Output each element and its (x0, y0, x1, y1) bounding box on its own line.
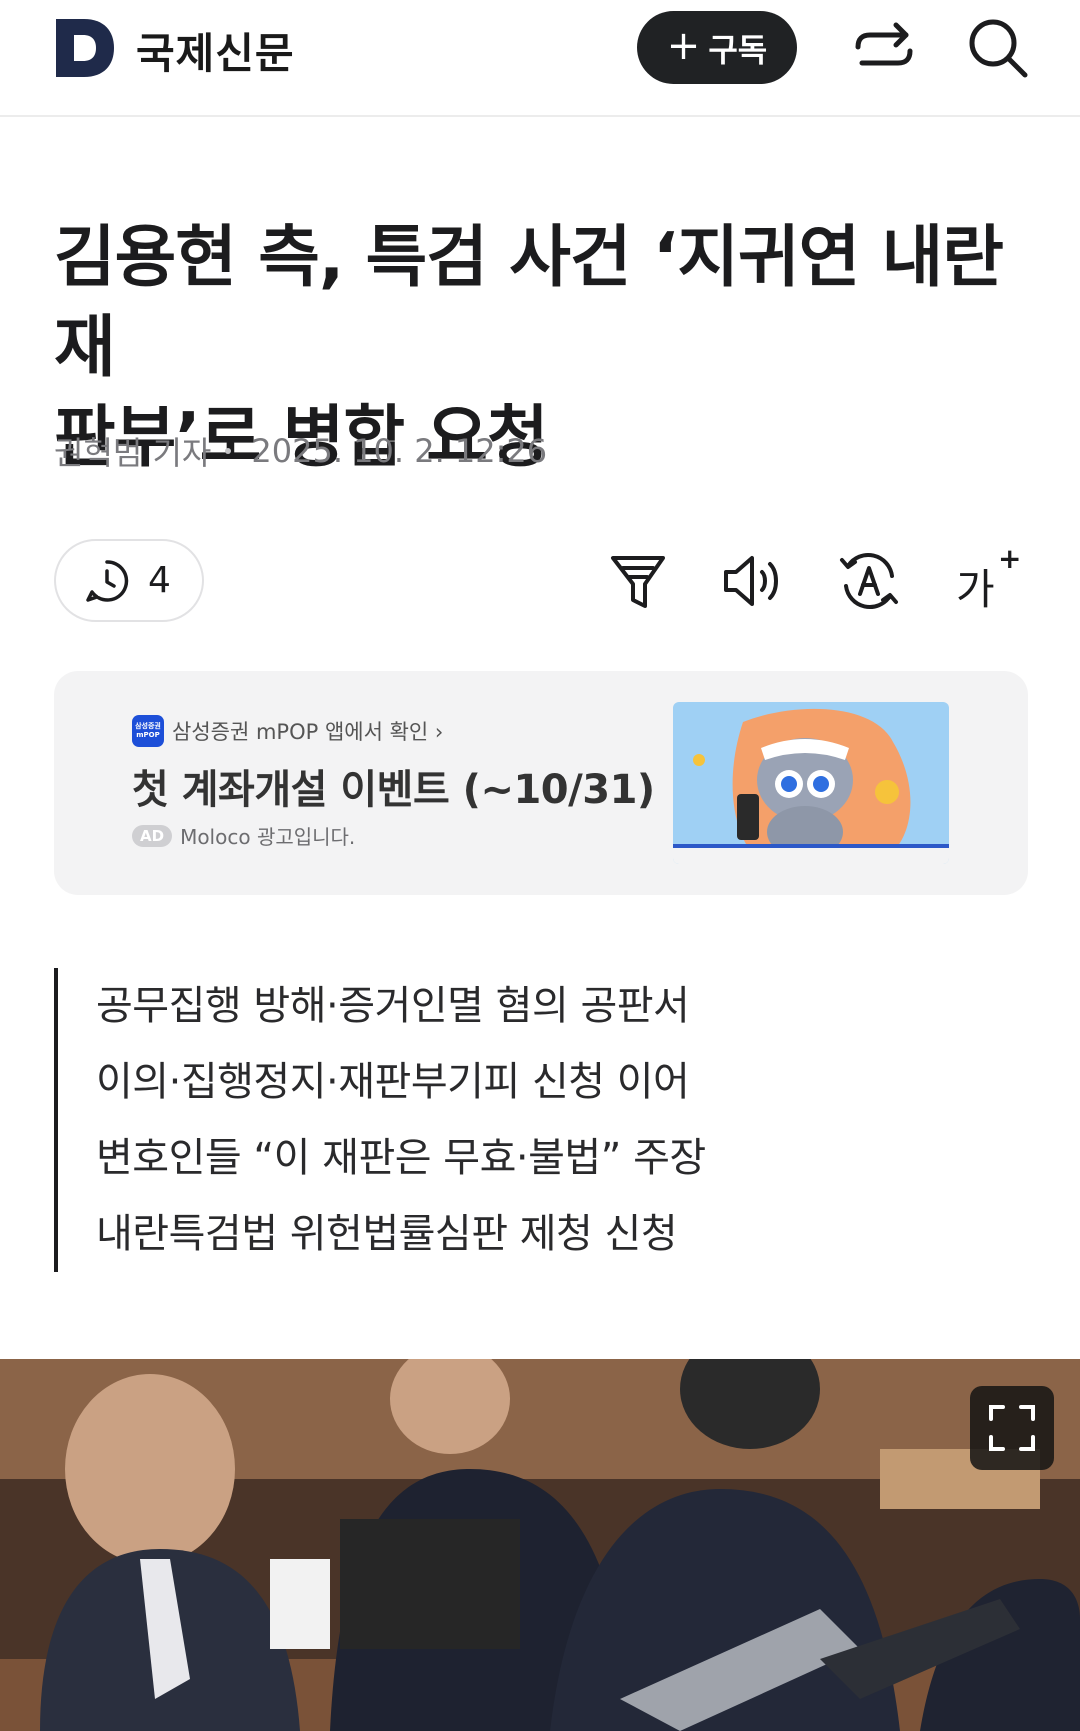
ad-image[interactable] (673, 702, 949, 864)
comment-count: 4 (148, 560, 171, 601)
article-photo[interactable] (0, 1359, 1080, 1731)
press-name[interactable]: 국제신문 (136, 20, 295, 81)
fullscreen-icon (989, 1405, 1035, 1451)
summary-line: 변호인들 “이 재판은 무효·불법” 주장 (96, 1135, 706, 1181)
ad-badge: AD (132, 824, 173, 847)
app-icon: 삼성증권 mPOP (132, 715, 164, 747)
top-header: 국제신문 + 구독 (0, 0, 1080, 117)
author-name[interactable]: 권혁범 기자 (54, 428, 211, 474)
search-icon[interactable] (965, 15, 1031, 81)
plus-icon: + (998, 542, 1022, 575)
separator-dot (225, 448, 232, 454)
ad-label-text: Moloco 광고입니다. (180, 825, 356, 849)
expand-image-button[interactable] (970, 1386, 1054, 1470)
app-icon-line: 삼성증권 (135, 722, 161, 730)
plus-icon: + (666, 22, 701, 69)
article-title-line: 김용현 측, 특검 사건 ‘지귀연 내란재 (54, 218, 1004, 386)
comment-button[interactable]: 4 (54, 539, 204, 622)
press-logo-icon[interactable] (54, 17, 116, 79)
summary-line: 내란특검법 위헌법률심판 제청 신청 (96, 1211, 678, 1257)
summary-icon[interactable] (605, 548, 671, 614)
ad-source[interactable]: 삼성증권 mPOP 삼성증권 mPOP 앱에서 확인 › (132, 715, 443, 747)
article-summary: 공무집행 방해·증거인멸 혐의 공판서 이의·집행정지·재판부기피 신청 이어 … (54, 968, 854, 1272)
comment-icon (86, 559, 129, 602)
ad-source-text: 삼성증권 mPOP 앱에서 확인 › (172, 720, 444, 744)
byline: 권혁범 기자 2025. 10. 2. 12:26 (54, 428, 547, 474)
ad-headline[interactable]: 첫 계좌개설 이벤트 (~10/31) (132, 757, 655, 815)
font-size-label: 가 (956, 565, 995, 614)
audio-icon[interactable] (720, 548, 786, 614)
summary-line: 이의·집행정지·재판부기피 신청 이어 (96, 1059, 690, 1105)
ad-disclosure: AD Moloco 광고입니다. (132, 821, 355, 850)
subscribe-button[interactable]: + 구독 (637, 11, 797, 84)
app-icon-line: mPOP (136, 731, 160, 739)
font-size-icon[interactable]: 가 + (952, 542, 1021, 614)
summary-line: 공무집행 방해·증거인멸 혐의 공판서 (96, 983, 690, 1029)
translate-icon[interactable] (836, 548, 902, 614)
publish-datetime: 2025. 10. 2. 12:26 (251, 432, 548, 470)
ad-banner[interactable]: 삼성증권 mPOP 삼성증권 mPOP 앱에서 확인 › 첫 계좌개설 이벤트 … (54, 671, 1028, 895)
share-icon[interactable] (852, 17, 916, 81)
subscribe-label: 구독 (708, 30, 768, 69)
